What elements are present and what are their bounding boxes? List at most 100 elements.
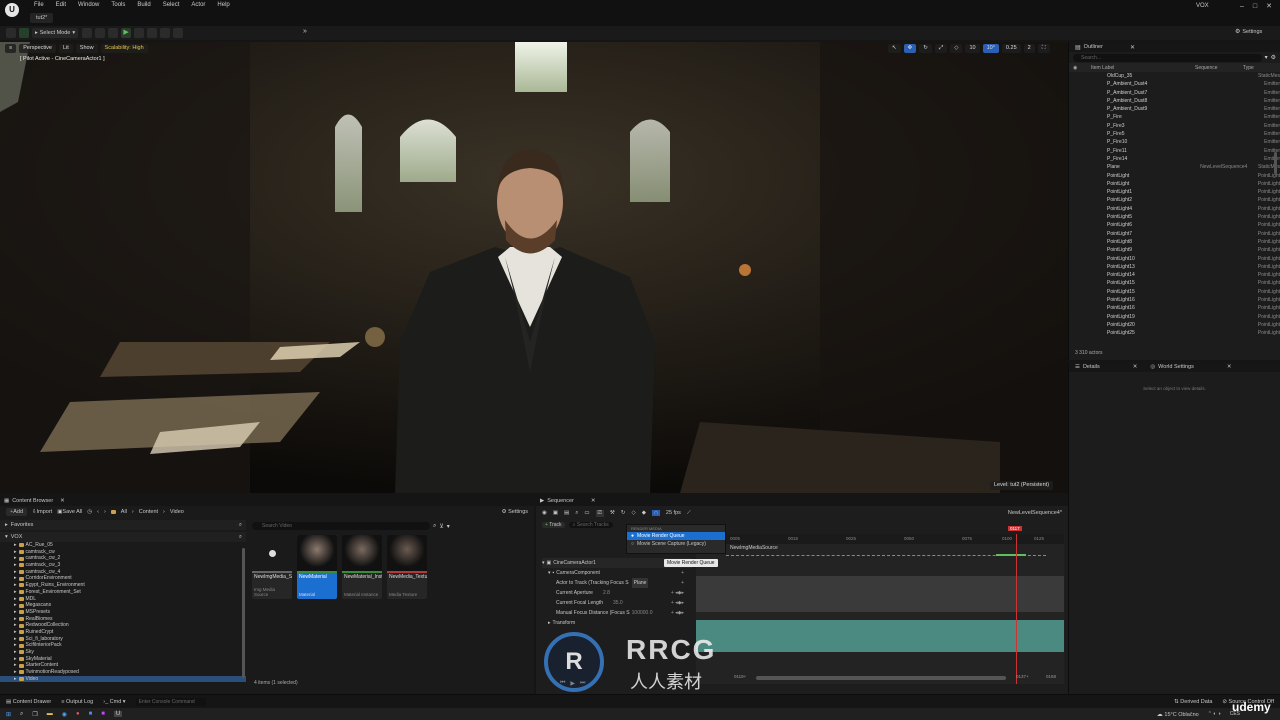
grid-snap-value[interactable]: 10 [965, 44, 980, 53]
outliner-row[interactable]: PointLight14 PointLight [1069, 271, 1280, 279]
close-icon[interactable]: ✕ [1130, 44, 1135, 51]
folder-item[interactable]: ▸ camtrack_cw [0, 549, 246, 556]
outliner-row[interactable]: P_Ambient_Dust7 Emitter [1069, 89, 1280, 97]
track-row[interactable]: ▾ ▪ CameraComponent + [542, 568, 692, 578]
search-icon[interactable]: ⌕ [20, 711, 23, 718]
browser-icon[interactable]: ◉ [62, 711, 67, 718]
angle-snap-value[interactable]: 10° [982, 44, 999, 53]
step-icon[interactable] [134, 28, 145, 38]
outliner-search-input[interactable]: Search... [1073, 53, 1262, 62]
movie-scene-capture-item[interactable]: ○ Movie Scene Capture (Legacy) [627, 540, 725, 548]
folder-item[interactable]: ▸ RuinedCrypt [0, 629, 246, 636]
level-viewport[interactable]: ≡ Perspective Lit Show Scalability: High… [0, 42, 1068, 493]
folder-item[interactable]: ▸ camtrack_cw_4 [0, 569, 246, 576]
select-tool-icon[interactable]: ↖ [888, 44, 901, 53]
search-icon[interactable]: ⌕ [239, 534, 242, 541]
level-tab[interactable]: tut2* [30, 13, 54, 23]
eject-icon[interactable] [160, 28, 171, 38]
add-icon[interactable]: + [681, 578, 692, 588]
weather-widget[interactable]: ☁ 15°C Oblačno [1157, 711, 1199, 718]
menu-build[interactable]: Build [131, 0, 156, 10]
outliner-settings-icon[interactable]: ⚙ [1271, 54, 1276, 61]
favorites-header[interactable]: Favorites [11, 522, 34, 528]
folder-item[interactable]: ▸ AC_Rue_05 [0, 542, 246, 549]
add-key-icon[interactable]: + ◂◆▸ [671, 598, 692, 608]
outliner-row[interactable]: P_Fire Emitter [1069, 113, 1280, 121]
close-icon[interactable]: ✕ [60, 498, 65, 504]
outliner-row[interactable]: P_Fire3 Emitter [1069, 122, 1280, 130]
track-row[interactable]: Actor to Track (Tracking Focus S Plane + [542, 578, 692, 588]
menu-help[interactable]: Help [211, 0, 235, 10]
actions-icon[interactable]: ⚒ [610, 510, 615, 516]
import-button[interactable]: ⇩Import [32, 509, 52, 515]
playhead-marker[interactable]: 0117 [1008, 526, 1022, 531]
asset-tile-selected[interactable]: NewMaterial Material [297, 535, 337, 599]
unreal-logo-icon[interactable]: U [5, 3, 19, 17]
outliner-row[interactable]: PointLight4 PointLight [1069, 205, 1280, 213]
outliner-row[interactable]: PointLight20 PointLight [1069, 321, 1280, 329]
keyframe-icon[interactable]: ◇ [631, 510, 635, 516]
cb-settings-button[interactable]: ⚙ Settings [502, 509, 528, 515]
outliner-row[interactable]: PointLight9 PointLight [1069, 246, 1280, 254]
scalability-warning[interactable]: Scalability: High [100, 44, 148, 53]
movie-render-queue-item[interactable]: ● Movie Render Queue [627, 532, 725, 540]
folder-item[interactable]: ▸ ScifiInteriorPack [0, 642, 246, 649]
folder-item[interactable]: ▸ camtrack_cw_2 [0, 555, 246, 562]
outliner-row[interactable]: PointLight25 PointLight [1069, 329, 1280, 336]
media-section[interactable]: NewImgMediaSource [726, 544, 1046, 556]
timeline-area[interactable]: 0005 0015 0025 0050 0075 0100 0125 NewIm… [696, 526, 1064, 684]
breadcrumb-video[interactable]: Video [170, 509, 184, 515]
rotate-tool-icon[interactable]: ↻ [919, 44, 932, 53]
add-track-button[interactable]: + Track [542, 522, 565, 528]
outliner-row[interactable]: PointLight15 PointLight [1069, 288, 1280, 296]
translate-tool-icon[interactable]: ✥ [903, 44, 917, 53]
sequencer-tab[interactable]: Sequencer [547, 498, 574, 504]
maximize-viewport-icon[interactable]: ⛶ [1037, 44, 1050, 53]
outliner-row[interactable]: P_Fire10 Emitter [1069, 138, 1280, 146]
menu-tools[interactable]: Tools [105, 0, 131, 10]
outliner-row[interactable]: PointLight16 PointLight [1069, 304, 1280, 312]
outliner-row[interactable]: PointLight13 PointLight [1069, 263, 1280, 271]
surface-snap-icon[interactable]: ◇ [950, 44, 963, 53]
find-icon[interactable]: ⌕ [575, 510, 578, 517]
lit-button[interactable]: Lit [58, 44, 73, 53]
camera-icon[interactable]: ▭ [584, 510, 589, 516]
world-icon[interactable]: ◉ [542, 510, 547, 516]
cinematics-icon[interactable] [108, 28, 119, 38]
outliner-row[interactable]: P_Fire14 Emitter [1069, 155, 1280, 163]
outliner-row[interactable]: P_Ambient_Dust8 Emitter [1069, 97, 1280, 105]
outliner-row[interactable]: PointLight7 PointLight [1069, 230, 1280, 238]
content-browser-tab[interactable]: Content Browser [12, 498, 53, 504]
show-button[interactable]: Show [75, 44, 98, 53]
app-icon[interactable]: ■ [89, 711, 93, 717]
item-label-column[interactable]: Item Label [1091, 65, 1169, 71]
windows-start-icon[interactable]: ⊞ [6, 711, 11, 718]
outliner-row[interactable]: PointLight PointLight [1069, 172, 1280, 180]
sequence-column[interactable]: Sequence [1169, 65, 1241, 71]
maximize-icon[interactable]: □ [1253, 3, 1257, 10]
outliner-row[interactable]: P_Fire11 Emitter [1069, 147, 1280, 155]
folder-item[interactable]: ▸ SkyMaterial [0, 656, 246, 663]
add-actor-icon[interactable] [82, 28, 93, 38]
scale-tool-icon[interactable]: ⤢ [934, 44, 948, 53]
tray-icons[interactable]: ⌃ ◐ ◑ [1208, 711, 1221, 717]
track-value[interactable]: Plane [631, 578, 649, 588]
folder-item[interactable]: ▸ Video [0, 675, 246, 683]
save-icon[interactable]: ▣ [553, 510, 558, 516]
world-settings-tab[interactable]: World Settings [1158, 364, 1194, 370]
folder-item[interactable]: ▸ Megascans [0, 602, 246, 609]
vox-root[interactable]: VOX [11, 534, 23, 540]
fps-dropdown[interactable]: 25 fps [666, 510, 681, 516]
close-icon[interactable]: ✕ [591, 498, 596, 504]
explorer-icon[interactable]: ▬ [47, 711, 53, 717]
menu-window[interactable]: Window [72, 0, 105, 10]
curve-editor-icon[interactable]: ⟋ [687, 510, 691, 517]
task-view-icon[interactable]: ❐ [32, 711, 37, 718]
track-value[interactable]: 2.8 [603, 588, 610, 598]
track-row[interactable]: Current Aperture 2.8 + ◂◆▸ [542, 588, 692, 598]
source-control-icon[interactable] [19, 28, 29, 38]
app-icon[interactable]: ● [76, 711, 80, 717]
output-log-button[interactable]: ≡ Output Log [61, 699, 93, 705]
folder-item[interactable]: ▸ RedwoodCollection [0, 622, 246, 629]
breadcrumb-all[interactable]: All [121, 509, 127, 515]
